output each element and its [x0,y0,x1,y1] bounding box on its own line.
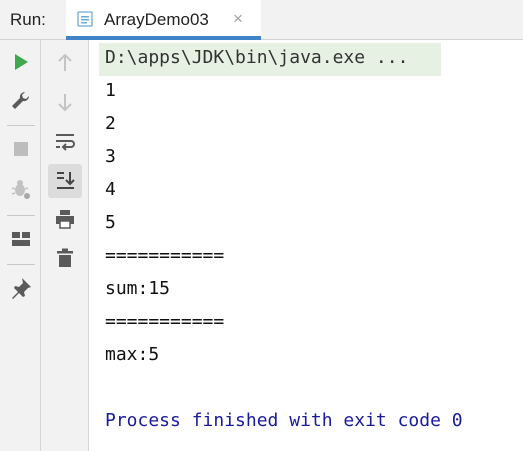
soft-wrap-icon[interactable] [52,128,78,154]
output-line: 1 [105,80,116,101]
layout-icon[interactable] [8,226,34,252]
pin-icon[interactable] [8,275,34,301]
arrow-down-icon[interactable] [52,89,78,115]
separator [7,125,35,126]
scroll-to-end-icon[interactable] [48,164,82,198]
java-class-icon [77,11,93,27]
run-icon[interactable] [8,49,34,75]
run-label: Run: [10,10,46,29]
process-finished-line: Process finished with exit code 0 [105,410,463,431]
trash-icon[interactable] [52,245,78,271]
tab-arraydemo03[interactable]: ArrayDemo03 × [66,0,261,40]
command-line: D:\apps\JDK\bin\java.exe ... [105,47,409,68]
bug-settings-icon[interactable] [8,176,34,202]
output-line: 4 [105,179,116,200]
run-actions-bar [0,40,41,451]
wrench-icon[interactable] [8,88,34,114]
print-icon[interactable] [52,206,78,232]
max-line: max:5 [105,344,160,365]
arrow-up-icon[interactable] [52,50,78,76]
console-actions-bar [41,40,89,451]
separator-line: =========== [105,245,225,266]
separator-line: =========== [105,311,225,332]
separator [7,264,35,265]
tab-title: ArrayDemo03 [104,10,209,29]
separator [7,215,35,216]
close-icon[interactable]: × [233,9,243,29]
output-line: 2 [105,113,116,134]
sum-line: sum:15 [105,278,171,299]
output-line: 3 [105,146,116,167]
stop-icon[interactable] [8,136,34,162]
output-line: 5 [105,212,116,233]
